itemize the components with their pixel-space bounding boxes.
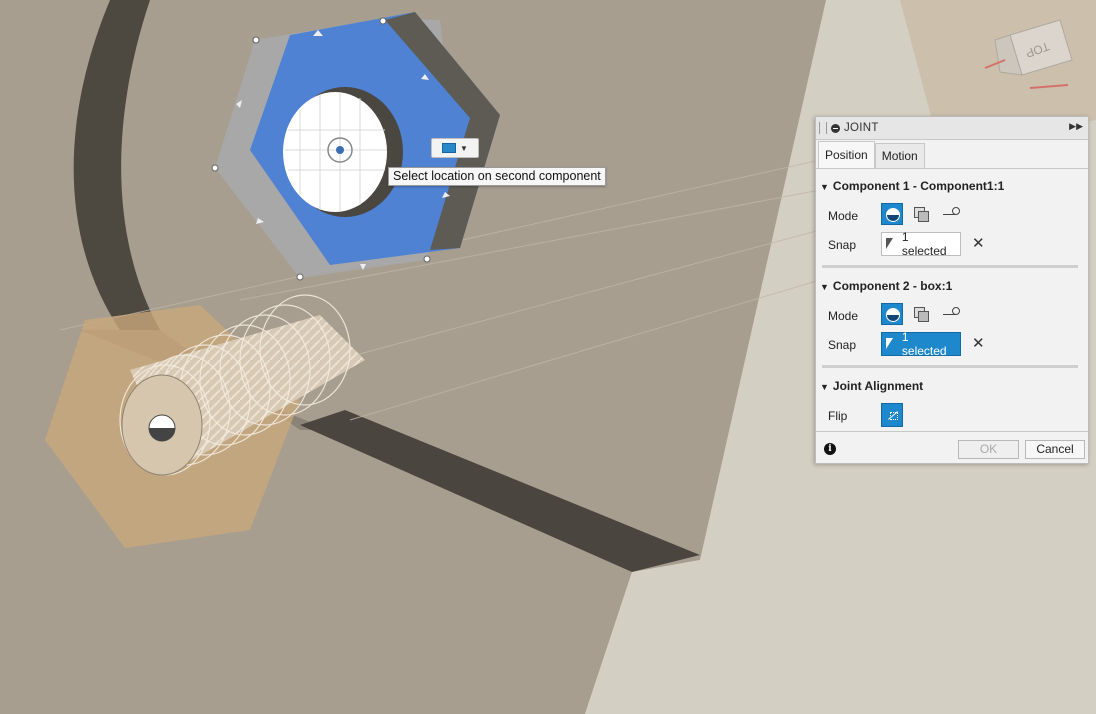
chevron-down-icon: ▼ xyxy=(460,143,468,153)
mode-two-edge-intersection-button[interactable] xyxy=(940,203,962,225)
component2-header[interactable]: ▼ Component 2 - box:1 xyxy=(820,279,952,293)
component2-snap-field[interactable]: 1 selected xyxy=(881,330,961,358)
tab-position[interactable]: Position xyxy=(818,141,875,168)
component1-snap-value: 1 selected xyxy=(901,230,947,258)
selection-tooltip: Select location on second component xyxy=(388,167,606,186)
snap-mode-icon xyxy=(442,143,457,153)
component1-snap-field[interactable]: 1 selected xyxy=(881,230,961,258)
snap-selector-chip[interactable]: ▼ xyxy=(431,138,479,158)
section-divider xyxy=(822,265,1078,268)
component2-clear-icon[interactable]: ✕ xyxy=(972,336,985,351)
cursor-icon xyxy=(886,238,896,250)
mode-simple-button[interactable] xyxy=(881,203,903,225)
collapse-triangle-icon: ▼ xyxy=(820,182,829,192)
mode-two-edge-intersection-button[interactable] xyxy=(940,303,962,325)
mode-between-two-faces-button[interactable] xyxy=(910,303,932,325)
dialog-footer: i OK Cancel xyxy=(816,431,1088,464)
half-circle-icon xyxy=(886,308,900,322)
component2-snap-value: 1 selected xyxy=(901,330,947,358)
tab-motion[interactable]: Motion xyxy=(874,143,925,168)
mode-between-two-faces-button[interactable] xyxy=(910,203,932,225)
cancel-button[interactable]: Cancel xyxy=(1025,440,1085,459)
info-icon[interactable]: i xyxy=(824,443,836,455)
component2-title: Component 2 - box:1 xyxy=(832,279,953,293)
snap-point-center xyxy=(336,146,344,154)
ok-button[interactable]: OK xyxy=(958,440,1019,459)
component1-title: Component 1 - Component1:1 xyxy=(832,179,1005,193)
component1-clear-icon[interactable]: ✕ xyxy=(972,236,985,251)
flip-icon[interactable] xyxy=(881,403,903,427)
collapse-triangle-icon: ▼ xyxy=(820,282,829,292)
joint-icon xyxy=(831,123,840,133)
component1-snap-label: Snap xyxy=(828,238,857,252)
expand-icon[interactable]: ▶▶ xyxy=(1069,121,1083,132)
half-circle-icon xyxy=(886,208,900,222)
section-divider xyxy=(822,365,1078,368)
dialog-title: JOINT xyxy=(844,122,879,134)
joint-dialog: JOINT ▶▶ Position Motion ▼ Component 1 - … xyxy=(815,116,1089,464)
nut-hole-face[interactable] xyxy=(283,92,387,212)
collapse-triangle-icon: ▼ xyxy=(820,382,829,392)
dialog-header[interactable]: JOINT ▶▶ xyxy=(816,117,1088,140)
dialog-tabs: Position Motion xyxy=(816,140,1088,169)
component2-snap-label: Snap xyxy=(828,338,857,352)
joint-alignment-header[interactable]: ▼ Joint Alignment xyxy=(820,379,923,393)
component2-mode-label: Mode xyxy=(828,309,859,323)
drag-handle-icon[interactable] xyxy=(819,122,827,134)
cursor-icon xyxy=(886,338,896,350)
component1-header[interactable]: ▼ Component 1 - Component1:1 xyxy=(820,179,1004,193)
component1-mode-label: Mode xyxy=(828,209,859,223)
flip-label: Flip xyxy=(828,409,848,423)
joint-alignment-title: Joint Alignment xyxy=(832,379,924,393)
mode-simple-button[interactable] xyxy=(881,303,903,325)
